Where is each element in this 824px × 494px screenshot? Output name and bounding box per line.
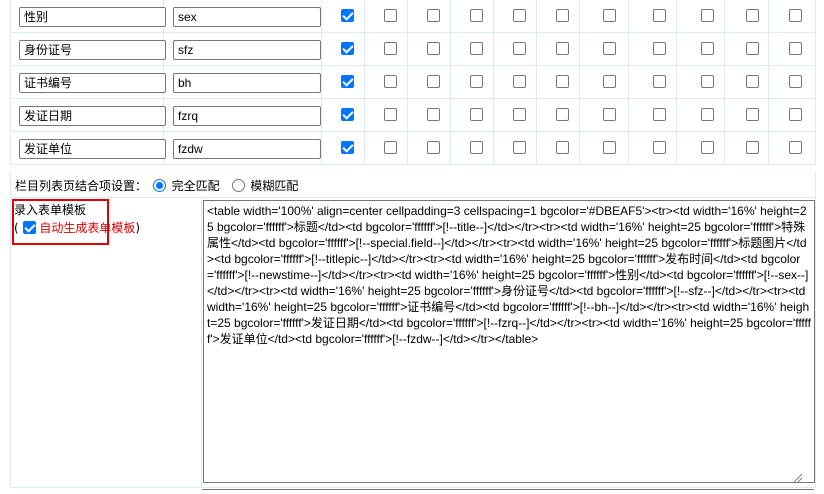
field-option-checkbox[interactable] <box>789 141 802 154</box>
field-option-checkbox[interactable] <box>603 141 616 154</box>
field-option-checkbox[interactable] <box>513 42 526 55</box>
field-option-checkbox[interactable] <box>789 108 802 121</box>
field-option-checkbox[interactable] <box>603 42 616 55</box>
field-option-checkbox[interactable] <box>556 42 569 55</box>
field-option-checkbox[interactable] <box>653 42 666 55</box>
field-option-checkbox[interactable] <box>603 108 616 121</box>
field-var-input[interactable]: fzrq <box>173 106 321 126</box>
field-option-checkbox[interactable] <box>701 42 714 55</box>
field-option-checkbox[interactable] <box>384 141 397 154</box>
close-paren: ) <box>135 221 141 235</box>
field-option-checkbox[interactable] <box>341 42 354 55</box>
field-option-checkbox[interactable] <box>384 75 397 88</box>
auto-generate-option: ( 自动生成表单模板) <box>14 219 140 236</box>
field-row: 证书编号 bh <box>10 66 816 99</box>
field-option-checkbox[interactable] <box>427 108 440 121</box>
field-option-checkbox[interactable] <box>470 108 483 121</box>
auto-generate-label[interactable]: 自动生成表单模板 <box>39 221 135 235</box>
field-option-checkbox[interactable] <box>341 108 354 121</box>
field-option-checkbox[interactable] <box>746 108 759 121</box>
form-template-row: 录入表单模板 ( 自动生成表单模板) <table width='100%' a… <box>10 198 816 488</box>
fuzzy-match-label[interactable]: 模糊匹配 <box>250 179 298 193</box>
field-option-checkbox[interactable] <box>513 141 526 154</box>
exact-match-radio[interactable] <box>152 179 166 192</box>
field-option-checkbox[interactable] <box>556 9 569 22</box>
field-option-checkbox[interactable] <box>513 108 526 121</box>
field-option-checkbox[interactable] <box>427 75 440 88</box>
field-option-checkbox[interactable] <box>427 9 440 22</box>
field-option-checkbox[interactable] <box>789 42 802 55</box>
field-var-input[interactable]: sex <box>173 7 321 27</box>
field-option-checkbox[interactable] <box>746 75 759 88</box>
field-option-checkbox[interactable] <box>746 9 759 22</box>
field-option-checkbox[interactable] <box>513 9 526 22</box>
field-var-input[interactable]: fzdw <box>173 139 321 159</box>
field-name-input[interactable]: 发证日期 <box>19 106 166 126</box>
match-setting-row: 栏目列表页结合项设置： 完全匹配 模糊匹配 <box>10 172 816 198</box>
field-option-checkbox[interactable] <box>384 42 397 55</box>
field-option-checkbox[interactable] <box>701 9 714 22</box>
field-option-checkbox[interactable] <box>701 141 714 154</box>
field-option-checkbox[interactable] <box>341 9 354 22</box>
field-option-checkbox[interactable] <box>746 141 759 154</box>
field-option-checkbox[interactable] <box>427 141 440 154</box>
field-option-checkbox[interactable] <box>384 108 397 121</box>
field-option-checkbox[interactable] <box>470 9 483 22</box>
field-option-checkbox[interactable] <box>470 75 483 88</box>
fuzzy-match-radio[interactable] <box>231 179 245 192</box>
field-option-checkbox[interactable] <box>513 75 526 88</box>
field-option-checkbox[interactable] <box>746 42 759 55</box>
field-option-checkbox[interactable] <box>789 75 802 88</box>
field-option-checkbox[interactable] <box>470 42 483 55</box>
field-option-checkbox[interactable] <box>653 108 666 121</box>
field-option-checkbox[interactable] <box>603 75 616 88</box>
field-option-checkbox[interactable] <box>603 9 616 22</box>
field-option-checkbox[interactable] <box>653 9 666 22</box>
field-row: 发证日期 fzrq <box>10 99 816 132</box>
field-option-checkbox[interactable] <box>341 75 354 88</box>
field-option-checkbox[interactable] <box>384 9 397 22</box>
field-option-checkbox[interactable] <box>653 75 666 88</box>
field-row: 身份证号 sfz <box>10 33 816 66</box>
form-template-textarea[interactable]: <table width='100%' align=center cellpad… <box>203 200 815 483</box>
next-textarea-edge[interactable] <box>202 489 814 494</box>
form-template-title: 录入表单模板 <box>14 203 87 217</box>
auto-generate-checkbox[interactable] <box>22 221 36 234</box>
field-option-checkbox[interactable] <box>701 108 714 121</box>
field-row: 性别 sex <box>10 0 816 33</box>
field-row: 发证单位 fzdw <box>10 132 816 165</box>
exact-match-label[interactable]: 完全匹配 <box>172 179 220 193</box>
field-option-checkbox[interactable] <box>427 42 440 55</box>
field-option-checkbox[interactable] <box>701 75 714 88</box>
field-name-input[interactable]: 身份证号 <box>19 40 166 60</box>
field-name-input[interactable]: 发证单位 <box>19 139 166 159</box>
open-paren: ( <box>14 221 19 235</box>
field-name-input[interactable]: 性别 <box>19 7 166 27</box>
match-setting-label: 栏目列表页结合项设置： <box>15 179 148 193</box>
field-option-checkbox[interactable] <box>556 75 569 88</box>
field-option-checkbox[interactable] <box>341 141 354 154</box>
field-option-checkbox[interactable] <box>556 108 569 121</box>
field-var-input[interactable]: sfz <box>173 40 321 60</box>
field-name-input[interactable]: 证书编号 <box>19 73 166 93</box>
resize-grip-icon[interactable] <box>794 474 802 482</box>
field-option-checkbox[interactable] <box>556 141 569 154</box>
form-template-label-cell: 录入表单模板 ( 自动生成表单模板) <box>11 198 202 487</box>
field-option-checkbox[interactable] <box>470 141 483 154</box>
field-var-input[interactable]: bh <box>173 73 321 93</box>
field-option-checkbox[interactable] <box>653 141 666 154</box>
field-option-checkbox[interactable] <box>789 9 802 22</box>
